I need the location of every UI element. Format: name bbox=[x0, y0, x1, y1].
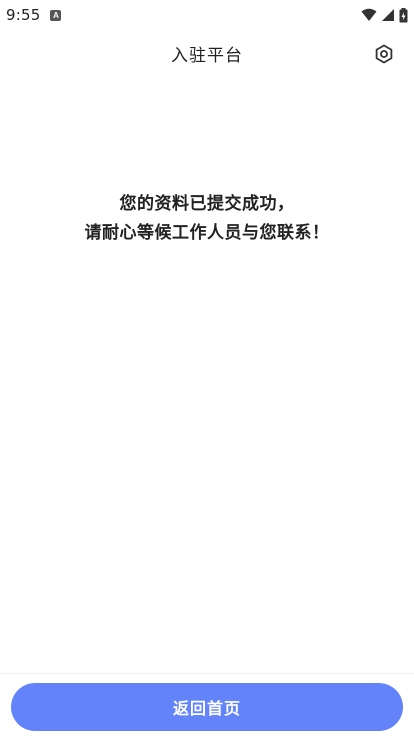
status-time: 9:55 bbox=[6, 6, 41, 24]
submission-message: 您的资料已提交成功， 请耐心等候工作人员与您联系！ bbox=[0, 190, 414, 248]
wifi-icon bbox=[361, 8, 377, 21]
status-bar: 9:55 A bbox=[0, 0, 414, 30]
page-title: 入驻平台 bbox=[171, 45, 243, 66]
signal-icon bbox=[382, 9, 394, 21]
message-line-1: 您的资料已提交成功， bbox=[119, 194, 295, 214]
return-home-button[interactable]: 返回首页 bbox=[11, 683, 403, 731]
status-right bbox=[361, 7, 408, 23]
app-notification-icon: A bbox=[50, 9, 62, 21]
message-line-2: 请耐心等候工作人员与您联系！ bbox=[84, 223, 330, 243]
settings-button[interactable] bbox=[372, 42, 396, 66]
battery-icon bbox=[399, 7, 408, 22]
bottom-bar: 返回首页 bbox=[0, 673, 414, 736]
status-left: 9:55 A bbox=[6, 6, 62, 24]
settings-hexagon-icon bbox=[375, 44, 393, 64]
screen: 9:55 A 入驻平台 您的资料已提交成功， 请耐心等候工作人员与您联系！ 返回… bbox=[0, 0, 414, 736]
header: 入驻平台 bbox=[0, 36, 414, 70]
